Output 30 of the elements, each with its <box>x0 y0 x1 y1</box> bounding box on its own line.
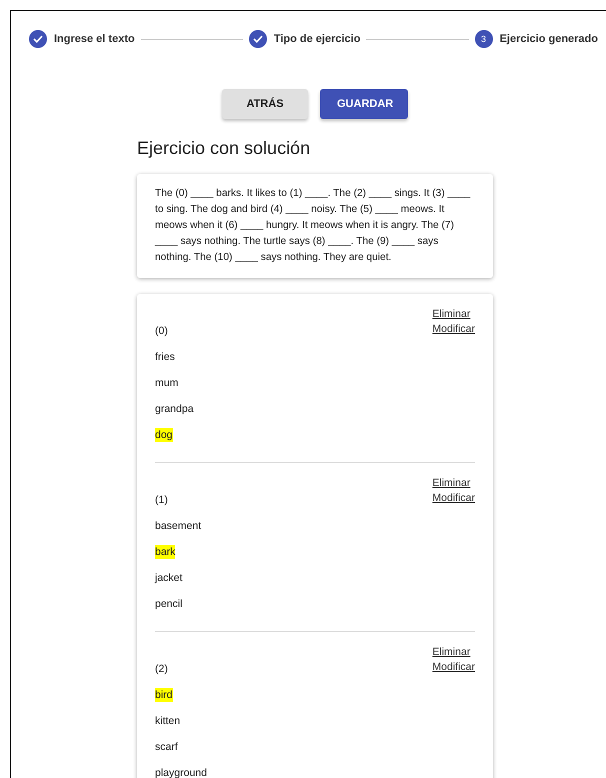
delete-link[interactable]: Eliminar <box>432 646 470 659</box>
check-icon <box>252 35 263 43</box>
back-button[interactable]: ATRÁS <box>222 89 308 119</box>
edit-link[interactable]: Modificar <box>432 323 475 336</box>
correct-answer: bird <box>155 688 173 702</box>
answer-option: kitten <box>155 714 180 728</box>
answer-option: playground <box>155 766 207 778</box>
answer-option: basement <box>155 519 202 533</box>
check-icon <box>33 35 43 43</box>
exercise-text: The (0) ____ barks. It likes to (1) ____. The (2) ____ sings. It (3) ____ to sing. The dog and bird (4) ____ noisy. The (5) ____ meows. It meows when it (6) ____ hungry. It meows when it is angry. The (7) ____ says nothing. The turtle says (8) ____. The (9) ____ says nothing. The (10) ____ says nothing. They are quiet. <box>137 174 493 278</box>
answer-option: pencil <box>155 597 182 611</box>
section-title: Ejercicio con solución <box>137 138 312 159</box>
blank-number: (2) <box>155 662 168 676</box>
answer-option: mum <box>155 376 178 390</box>
answer-option: fries <box>155 350 175 364</box>
step-label[interactable]: Ingrese el texto <box>54 33 135 45</box>
delete-link[interactable]: Eliminar <box>432 477 470 490</box>
answer-option: grandpa <box>155 402 194 416</box>
blank-number: (0) <box>155 324 168 338</box>
save-button[interactable]: GUARDAR <box>320 89 408 119</box>
edit-link[interactable]: Modificar <box>432 661 475 674</box>
step-label[interactable]: Tipo de ejercicio <box>274 33 360 45</box>
blank-number: (1) <box>155 493 168 507</box>
step-label[interactable]: Ejercicio generado <box>500 33 598 45</box>
step-number: 3 <box>474 30 493 48</box>
answer-option: jacket <box>155 571 182 585</box>
answer-option: scarf <box>155 740 178 754</box>
edit-link[interactable]: Modificar <box>432 492 475 505</box>
delete-link[interactable]: Eliminar <box>432 308 470 321</box>
correct-answer: dog <box>155 428 173 442</box>
